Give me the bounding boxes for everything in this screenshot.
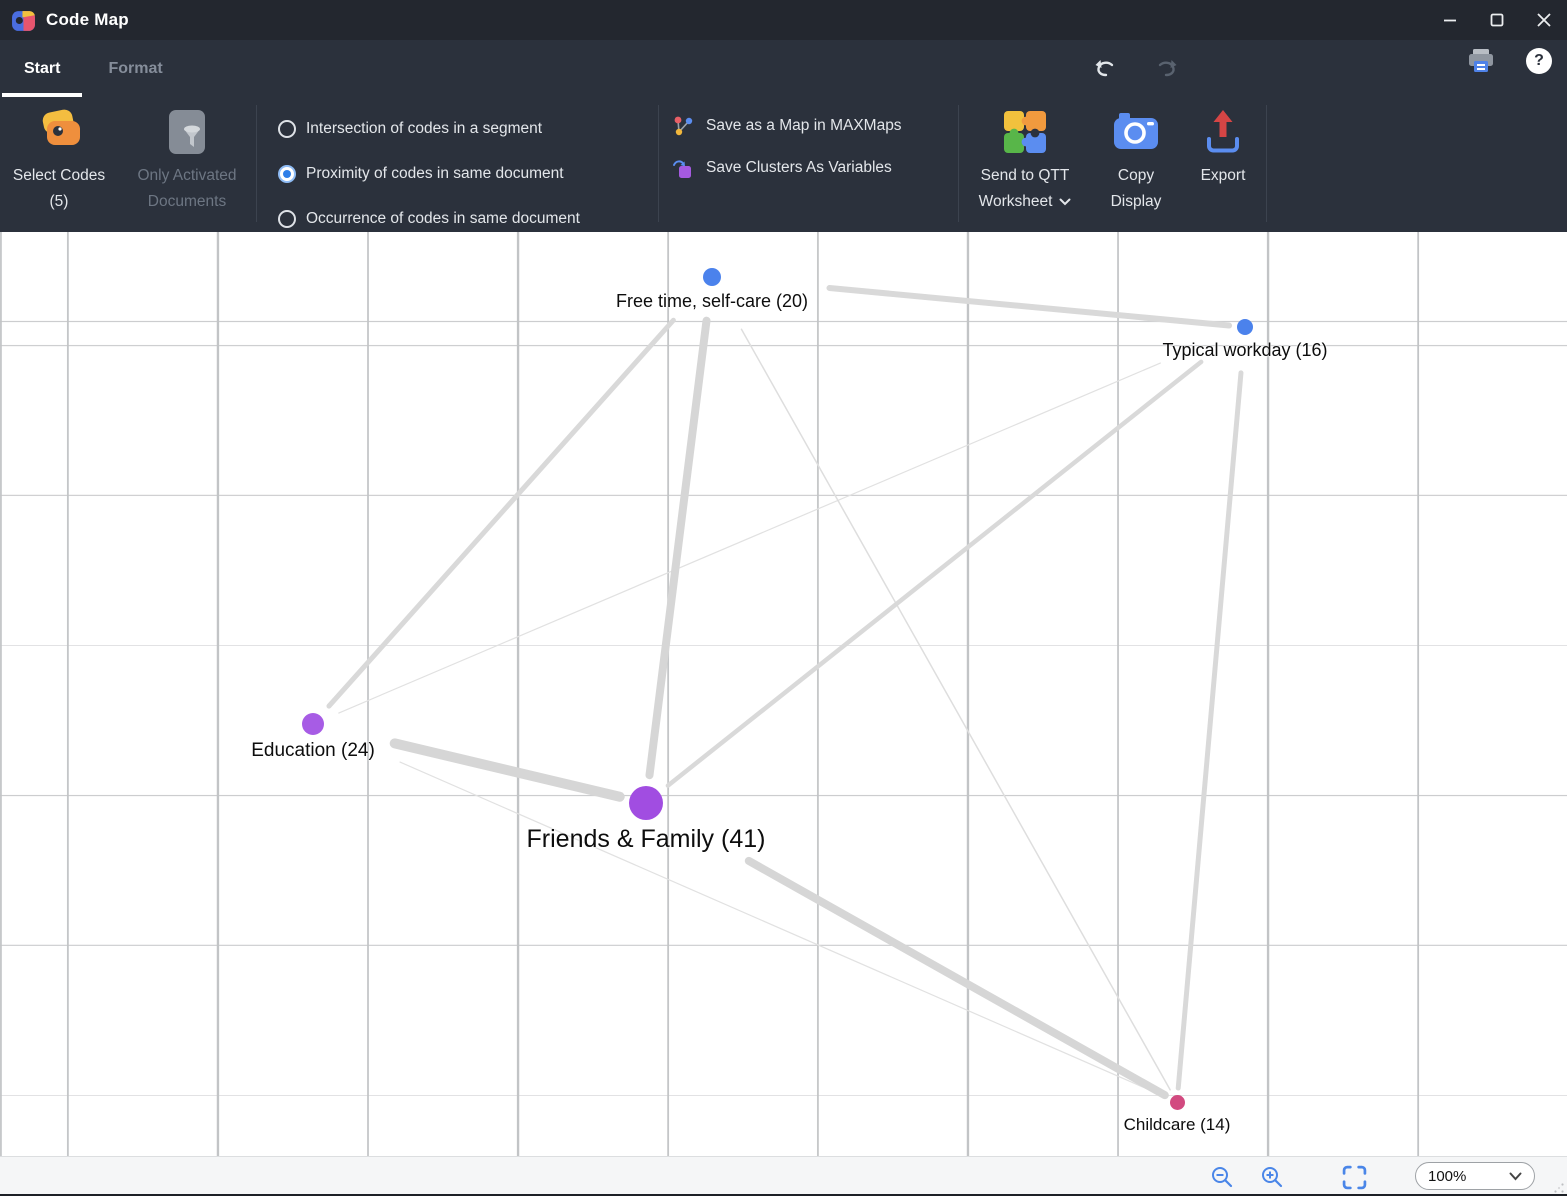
send-to-qtt-button[interactable]: Send to QTT Worksheet (966, 101, 1084, 215)
maximize-button[interactable] (1473, 0, 1520, 40)
minimize-button[interactable] (1426, 0, 1473, 40)
relation-mode-radio-group: Intersection of codes in a segment Proxi… (278, 106, 580, 241)
close-icon (1537, 13, 1551, 27)
tab-start[interactable]: Start (0, 40, 84, 97)
code-map-window: Code Map Start Format (0, 0, 1567, 1196)
window-title: Code Map (46, 10, 129, 30)
ribbon-separator (958, 105, 959, 222)
only-activated-documents-button[interactable]: Only Activated Documents (118, 101, 256, 215)
map-edge-freetime-friends (649, 321, 706, 776)
radio-unselected-icon (278, 210, 296, 228)
ribbon-separator (1266, 105, 1267, 222)
ribbon: Select Codes (5) Only Activated Document… (0, 97, 1567, 232)
fit-screen-icon (1342, 1165, 1367, 1190)
zoom-in-icon (1260, 1165, 1284, 1189)
radio-intersection[interactable]: Intersection of codes in a segment (278, 106, 580, 151)
copy-display-label-2: Display (1111, 189, 1162, 215)
map-node-childcare[interactable] (1170, 1095, 1185, 1110)
filtered-document-icon (167, 109, 207, 155)
undo-button[interactable] (1090, 53, 1122, 85)
network-map-icon (672, 115, 694, 137)
select-codes-label-2: (5) (50, 189, 69, 215)
zoom-out-icon (1210, 1165, 1234, 1189)
zoom-level-select[interactable]: 100% (1415, 1162, 1535, 1190)
cluster-variable-icon (672, 157, 694, 179)
undo-icon (1094, 59, 1118, 79)
map-edge-friends-childcare (749, 861, 1165, 1095)
radio-unselected-icon (278, 120, 296, 138)
radio-proximity[interactable]: Proximity of codes in same document (278, 151, 580, 196)
map-node-freetime[interactable] (703, 268, 721, 286)
fit-to-window-button[interactable] (1341, 1164, 1367, 1190)
save-clusters-button[interactable]: Save Clusters As Variables (672, 147, 902, 189)
map-edge-freetime-typical (829, 288, 1229, 325)
ribbon-separator (658, 105, 659, 222)
resize-grip[interactable] (1554, 1183, 1564, 1193)
map-node-label-education[interactable]: Education (24) (251, 740, 375, 762)
map-edge-typical-childcare (1178, 373, 1241, 1088)
title-bar: Code Map (0, 0, 1567, 40)
export-button[interactable]: Export (1184, 101, 1262, 189)
chevron-down-icon (1059, 198, 1071, 206)
export-arrow-icon (1201, 109, 1245, 155)
map-edge-education-friends (395, 743, 620, 796)
code-tags-icon (34, 109, 84, 155)
save-as-map-label: Save as a Map in MAXMaps (706, 117, 902, 135)
map-node-label-friends[interactable]: Friends & Family (41) (527, 825, 766, 854)
map-edge-typical-friends (668, 362, 1201, 786)
code-map-canvas[interactable]: Free time, self-care (20) Typical workday… (0, 232, 1567, 1156)
zoom-level-value: 100% (1428, 1168, 1509, 1185)
export-label: Export (1201, 163, 1246, 189)
tab-format[interactable]: Format (84, 40, 186, 97)
map-node-label-typical[interactable]: Typical workday (16) (1162, 340, 1327, 361)
help-icon: ? (1526, 48, 1552, 74)
maxqda-logo-icon (11, 8, 36, 33)
camera-icon (1112, 111, 1160, 153)
send-qtt-label-1: Send to QTT (981, 163, 1070, 189)
select-codes-button[interactable]: Select Codes (5) (2, 101, 116, 215)
save-actions-group: Save as a Map in MAXMaps Save Clusters A… (672, 105, 902, 189)
status-bar: 100% (0, 1156, 1567, 1196)
only-activated-label-1: Only Activated (137, 163, 236, 189)
copy-display-button[interactable]: Copy Display (1092, 101, 1180, 215)
send-qtt-label-2: Worksheet (979, 189, 1053, 215)
zoom-in-button[interactable] (1259, 1164, 1285, 1190)
map-node-friends[interactable] (629, 786, 663, 820)
edge-layer (0, 232, 1567, 1156)
maximize-icon (1490, 13, 1504, 27)
minimize-icon (1443, 13, 1457, 27)
map-node-typical[interactable] (1237, 319, 1253, 335)
save-clusters-label: Save Clusters As Variables (706, 159, 892, 177)
redo-button[interactable] (1150, 53, 1182, 85)
save-as-map-button[interactable]: Save as a Map in MAXMaps (672, 105, 902, 147)
close-button[interactable] (1520, 0, 1567, 40)
zoom-out-button[interactable] (1209, 1164, 1235, 1190)
chevron-down-icon (1509, 1172, 1522, 1181)
printer-icon (1467, 48, 1495, 74)
redo-icon (1154, 59, 1178, 79)
select-codes-label-1: Select Codes (13, 163, 105, 189)
radio-selected-icon (278, 165, 296, 183)
map-node-label-freetime[interactable]: Free time, self-care (20) (616, 291, 808, 312)
only-activated-label-2: Documents (148, 189, 226, 215)
ribbon-tab-row: Start Format ? (0, 40, 1567, 97)
help-button[interactable]: ? (1524, 47, 1554, 75)
map-edge-education-childcare (400, 762, 1164, 1096)
print-button[interactable] (1466, 47, 1496, 75)
puzzle-icon (1002, 109, 1048, 155)
ribbon-separator (256, 105, 257, 222)
map-node-label-childcare[interactable]: Childcare (14) (1124, 1115, 1231, 1135)
map-node-education[interactable] (302, 713, 324, 735)
copy-display-label-1: Copy (1118, 163, 1154, 189)
map-edge-freetime-education (329, 320, 673, 706)
map-edge-education-typical (339, 363, 1161, 713)
